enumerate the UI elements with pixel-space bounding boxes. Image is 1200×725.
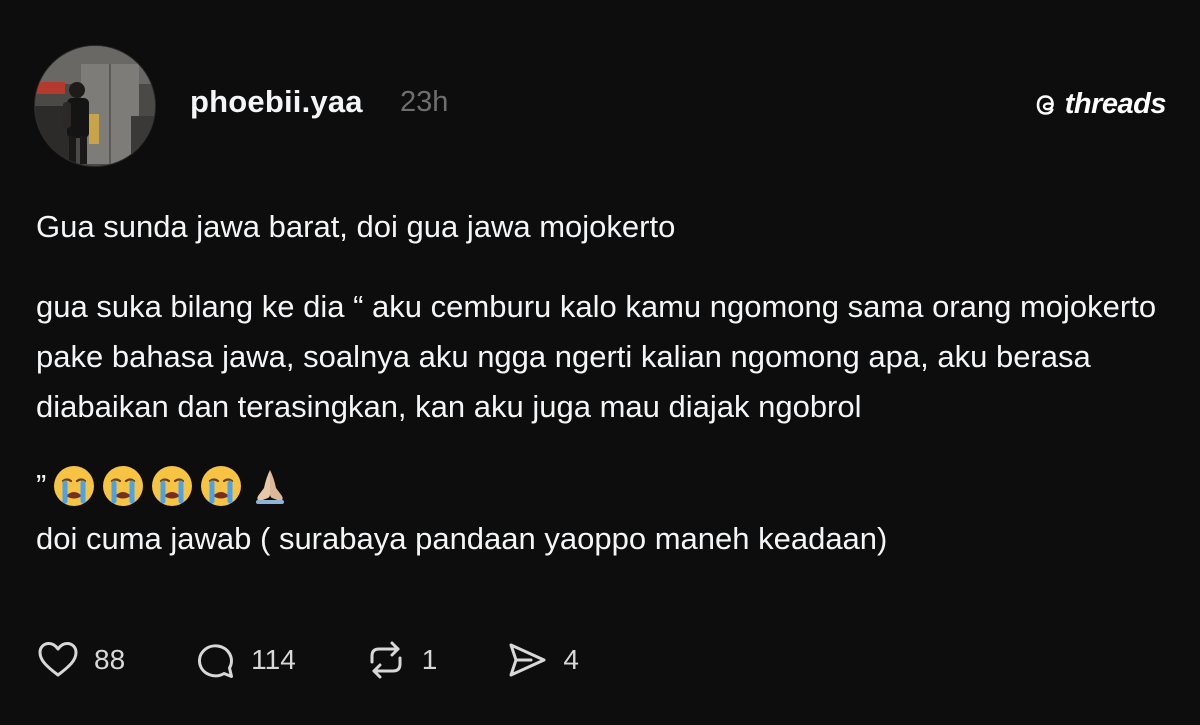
crying-face-icon (152, 466, 193, 506)
repost-button[interactable]: 1 (364, 638, 438, 682)
post-paragraph-1: Gua sunda jawa barat, doi gua jawa mojok… (36, 209, 676, 244)
post-body: Gua sunda jawa barat, doi gua jawa mojok… (36, 202, 1176, 564)
username[interactable]: phoebii.yaa (190, 84, 363, 120)
crying-face-icon (103, 466, 144, 506)
comment-icon (198, 644, 234, 678)
brand-name: threads (1064, 88, 1167, 120)
threads-logo[interactable]: threads (1033, 88, 1167, 121)
post-time: 23h (400, 86, 449, 118)
emoji-line: ” (36, 458, 1176, 514)
heart-icon (38, 642, 78, 677)
crying-face-icon (201, 466, 242, 506)
reply-button[interactable]: 114 (193, 638, 296, 682)
closing-quote: ” (36, 468, 47, 503)
action-bar: 88 114 1 4 (36, 638, 579, 682)
like-count: 88 (94, 644, 126, 675)
repost-icon (370, 641, 402, 679)
avatar-photo (35, 46, 155, 166)
post-paragraph-2: gua suka bilang ke dia “ aku cemburu kal… (36, 289, 1157, 424)
repost-count: 1 (421, 644, 438, 675)
share-count: 4 (563, 644, 579, 675)
folded-hands-icon (256, 470, 285, 504)
reply-count: 114 (251, 644, 296, 675)
post-paragraph-3: doi cuma jawab ( surabaya pandaan yaoppo… (36, 521, 888, 556)
threads-icon (1036, 94, 1054, 115)
send-icon (509, 643, 546, 677)
like-button[interactable]: 88 (36, 638, 125, 682)
crying-face-icon (54, 466, 95, 506)
avatar[interactable] (34, 45, 156, 167)
share-button[interactable]: 4 (505, 638, 579, 682)
